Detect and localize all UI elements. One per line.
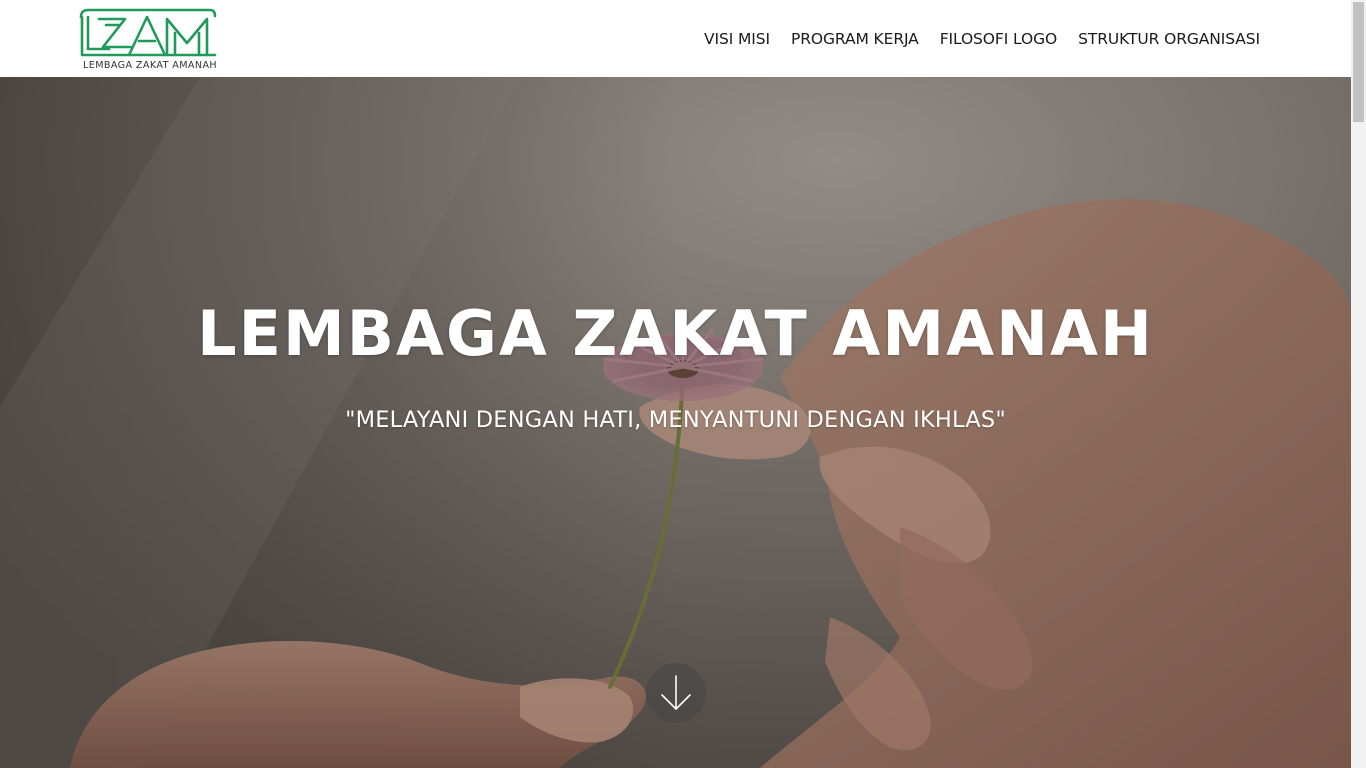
scroll-down-button[interactable] — [646, 663, 706, 723]
nav-item-struktur-organisasi[interactable]: STRUKTUR ORGANISASI — [1078, 30, 1260, 48]
scrollbar-thumb[interactable] — [1353, 2, 1364, 122]
site-logo[interactable]: LEMBAGA ZAKAT AMANAH — [79, 7, 219, 71]
page: LEMBAGA ZAKAT AMANAH VISI MISI PROGRAM K… — [0, 0, 1366, 768]
hero-section: LEMBAGA ZAKAT AMANAH "MELAYANI DENGAN HA… — [0, 77, 1351, 768]
arrow-down-icon — [661, 675, 691, 710]
hero-title: LEMBAGA ZAKAT AMANAH — [197, 297, 1154, 370]
hero-content: LEMBAGA ZAKAT AMANAH "MELAYANI DENGAN HA… — [0, 77, 1351, 768]
site-header: LEMBAGA ZAKAT AMANAH VISI MISI PROGRAM K… — [0, 0, 1351, 77]
logo-text: LEMBAGA ZAKAT AMANAH — [83, 60, 218, 71]
nav-item-visi-misi[interactable]: VISI MISI — [704, 30, 770, 48]
main-nav: VISI MISI PROGRAM KERJA FILOSOFI LOGO ST… — [704, 0, 1260, 77]
hero-tagline: "MELAYANI DENGAN HATI, MENYANTUNI DENGAN… — [345, 407, 1006, 433]
nav-item-program-kerja[interactable]: PROGRAM KERJA — [791, 30, 919, 48]
logo-mark-icon — [79, 8, 217, 57]
page-scrollbar[interactable] — [1351, 0, 1366, 768]
nav-item-filosofi-logo[interactable]: FILOSOFI LOGO — [940, 30, 1058, 48]
